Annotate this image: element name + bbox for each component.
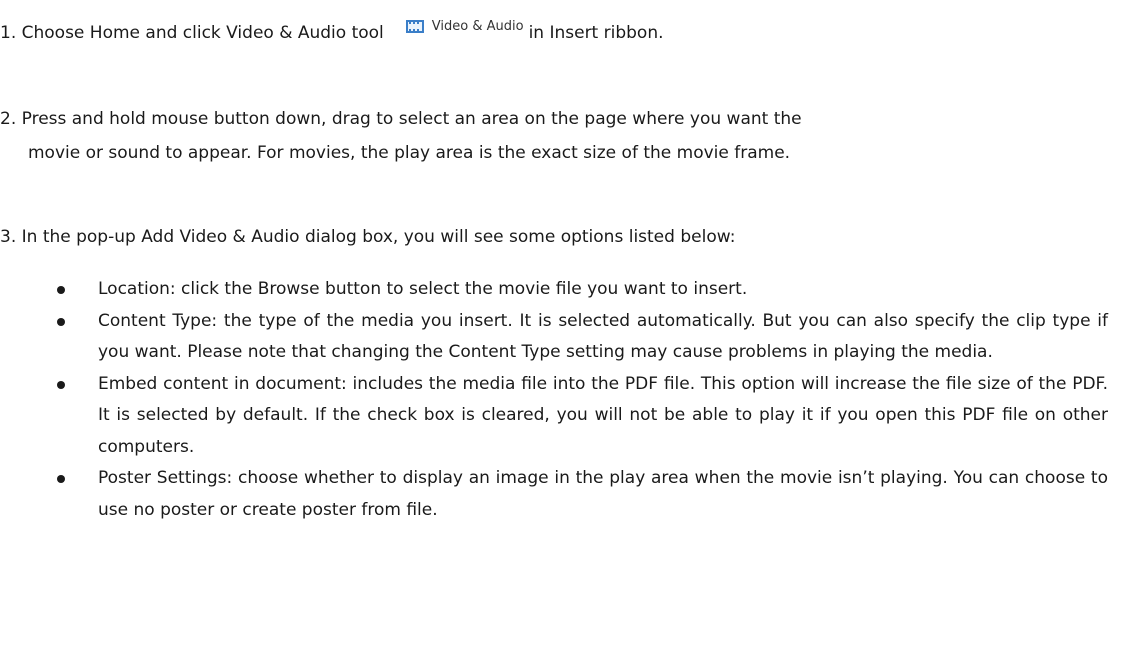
list-item: Embed content in document: includes the … bbox=[0, 369, 1110, 464]
step-1-text-before: 1. Choose Home and click Video & Audio t… bbox=[0, 23, 384, 43]
document-page: 1. Choose Home and click Video & Audio t… bbox=[0, 0, 1128, 668]
step-2-line-1: 2. Press and hold mouse button down, dra… bbox=[0, 109, 802, 129]
bullet-icon bbox=[57, 475, 65, 483]
list-item-text: Embed content in document: includes the … bbox=[98, 373, 1108, 457]
step-2-line-2: movie or sound to appear. For movies, th… bbox=[28, 143, 791, 163]
list-item-text: Poster Settings: choose whether to displ… bbox=[98, 468, 1108, 520]
bullet-icon bbox=[57, 317, 65, 326]
video-audio-tool-image: Video & Audio bbox=[405, 10, 524, 44]
step-2: 2. Press and hold mouse button down, dra… bbox=[0, 102, 1110, 170]
list-item-text: Content Type: the type of the media you … bbox=[98, 310, 1108, 363]
list-item: Location: click the Browse button to sel… bbox=[0, 274, 1110, 306]
step-3: 3. In the pop-up Add Video & Audio dialo… bbox=[0, 227, 736, 247]
video-audio-tool-label: Video & Audio bbox=[431, 18, 524, 34]
list-item-text: Location: click the Browse button to sel… bbox=[98, 279, 748, 299]
film-strip-icon bbox=[405, 20, 424, 33]
bullet-icon bbox=[57, 286, 65, 294]
options-list: Location: click the Browse button to sel… bbox=[0, 274, 1110, 526]
step-1-text-after: in Insert ribbon. bbox=[528, 23, 664, 43]
list-item: Poster Settings: choose whether to displ… bbox=[0, 463, 1110, 526]
step-1: 1. Choose Home and click Video & Audio t… bbox=[0, 16, 1110, 52]
list-item: Content Type: the type of the media you … bbox=[0, 306, 1110, 369]
bullet-icon bbox=[57, 380, 65, 389]
